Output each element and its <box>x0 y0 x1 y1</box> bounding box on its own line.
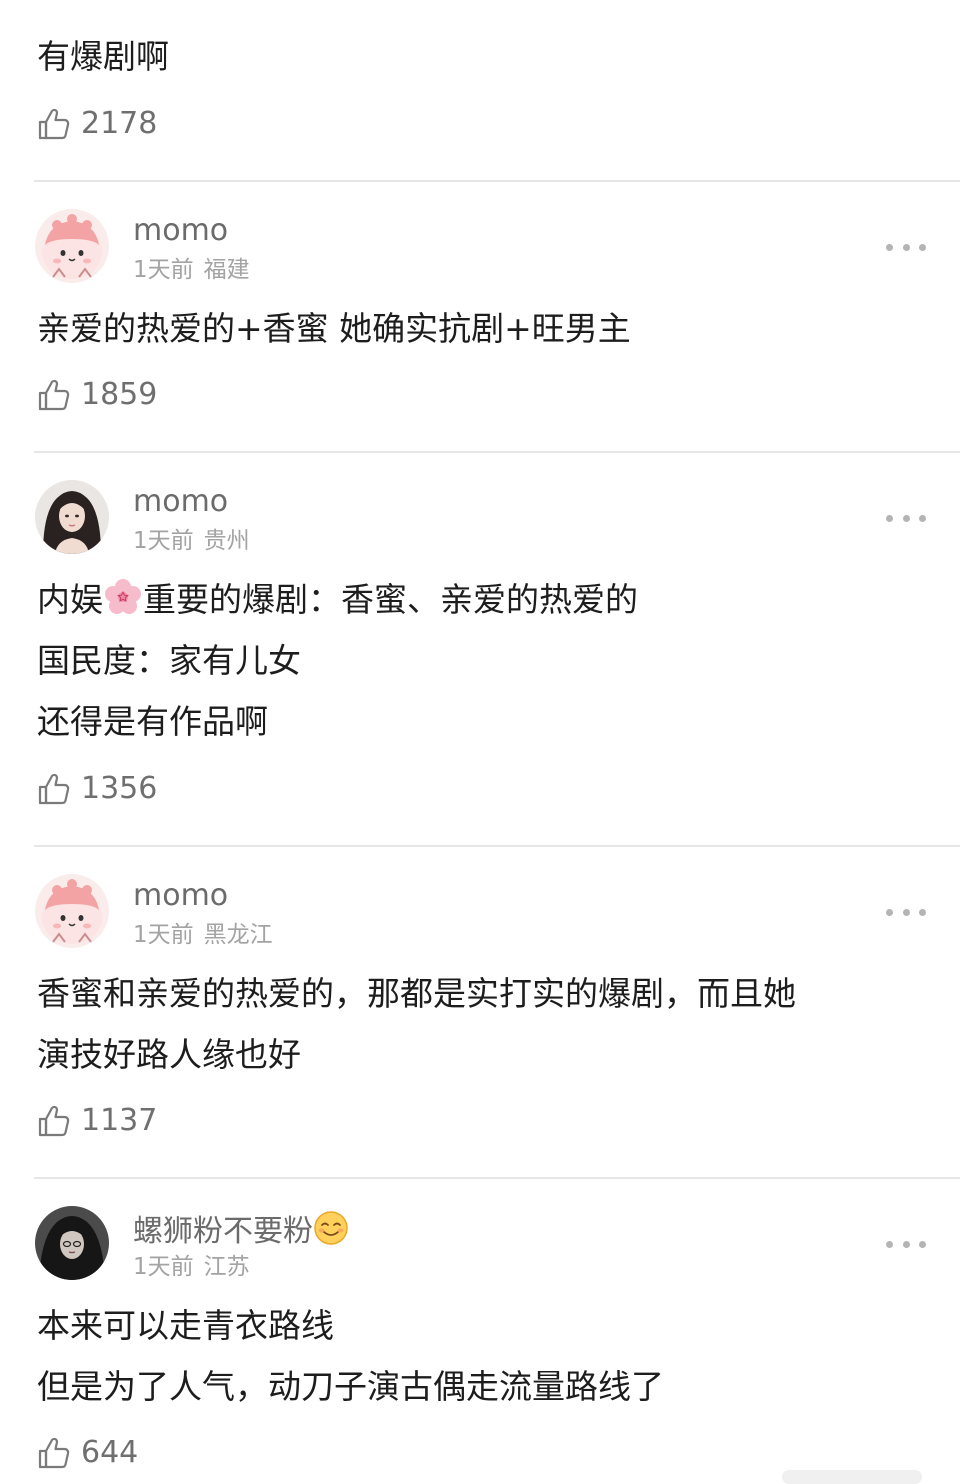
more-dot-icon <box>902 514 910 522</box>
more-dot-icon <box>902 243 910 251</box>
cherry-blossom-icon <box>103 575 143 615</box>
like-count: 2178 <box>81 106 158 141</box>
avatar[interactable] <box>35 209 109 283</box>
comment-time: 1天前 <box>133 1254 194 1280</box>
top-comment: 有爆剧啊 2178 <box>0 0 960 181</box>
like-button[interactable]: 1859 <box>37 375 157 415</box>
thumbs-up-icon <box>37 107 71 141</box>
comment-time: 1天前 <box>133 922 194 948</box>
comment-time: 1天前 <box>133 528 194 554</box>
thumbs-up-icon <box>37 378 71 412</box>
thumbs-up-icon <box>37 1104 71 1138</box>
comment-text-line: 内娱 重要的爆剧：香蜜、亲爱的热爱的 <box>37 569 638 630</box>
like-count: 644 <box>81 1435 139 1470</box>
comment-text-line: 香蜜和亲爱的热爱的，那都是实打实的爆剧，而且她 <box>37 974 796 1013</box>
avatar[interactable] <box>35 874 109 948</box>
more-dot-icon <box>919 514 926 522</box>
more-dot-icon <box>886 514 893 522</box>
comment-time: 1天前 <box>133 257 194 283</box>
comment-item: momo 1天前 福建 亲爱的热爱的+香蜜 她确实抗剧+旺男主 1859 <box>0 181 960 451</box>
pink-cartoon-avatar-icon <box>35 874 109 948</box>
more-dot-icon <box>919 243 926 251</box>
like-button[interactable]: 1137 <box>37 1101 157 1141</box>
like-button[interactable]: 2178 <box>37 104 157 144</box>
pink-cartoon-avatar-icon <box>35 209 109 283</box>
comment-location: 江苏 <box>203 1254 250 1280</box>
more-dot-icon <box>886 1240 893 1248</box>
more-dot-icon <box>902 1240 910 1248</box>
comment-meta: 1天前 江苏 <box>133 1253 260 1281</box>
comment-item: 螺狮粉不要粉 1天前 江苏 本来可以走青衣路线 但是为了人气，动刀子演古偶走流量路… <box>0 1178 960 1482</box>
comment-text-segment: 重要的爆剧：香蜜、亲爱的热爱的 <box>143 580 638 619</box>
avatar[interactable] <box>35 1206 109 1280</box>
like-count: 1356 <box>81 771 158 806</box>
more-dot-icon <box>919 908 926 916</box>
avatar[interactable] <box>35 480 109 554</box>
username-text: 螺狮粉不要粉 <box>133 1214 313 1249</box>
comment-item: momo 1天前 贵州 内娱 重要的爆剧：香蜜、亲爱的热爱的 国民度：家有儿女 还… <box>0 452 960 845</box>
username[interactable]: 螺狮粉不要粉 <box>133 1210 349 1250</box>
more-options-button[interactable] <box>886 905 926 919</box>
thumbs-up-icon <box>37 772 71 806</box>
like-count: 1137 <box>81 1103 158 1138</box>
comment-location: 福建 <box>203 257 250 283</box>
comment-text-line: 国民度：家有儿女 <box>37 641 301 680</box>
comment-text-line: 演技好路人缘也好 <box>37 1035 301 1074</box>
more-dot-icon <box>886 908 893 916</box>
more-options-button[interactable] <box>886 240 926 254</box>
comment-text-line: 但是为了人气，动刀子演古偶走流量路线了 <box>37 1367 664 1406</box>
more-options-button[interactable] <box>886 511 926 525</box>
username[interactable]: momo <box>133 878 228 914</box>
thumbs-up-icon <box>37 1436 71 1470</box>
comment-location: 黑龙江 <box>203 922 273 948</box>
smiling-face-icon <box>313 1210 349 1246</box>
girl-photo-avatar-icon <box>35 480 109 554</box>
comment-text-line: 还得是有作品啊 <box>37 702 268 741</box>
comment-item: momo 1天前 黑龙江 香蜜和亲爱的热爱的，那都是实打实的爆剧，而且她 演技好路… <box>0 846 960 1177</box>
more-dot-icon <box>919 1240 926 1248</box>
username[interactable]: momo <box>133 213 228 249</box>
comment-text-line: 本来可以走青衣路线 <box>37 1306 334 1345</box>
comment-text-line: 亲爱的热爱的+香蜜 她确实抗剧+旺男主 <box>37 309 631 348</box>
more-dot-icon <box>886 243 893 251</box>
comment-location: 贵州 <box>203 528 250 554</box>
comment-meta: 1天前 贵州 <box>133 527 260 555</box>
more-dot-icon <box>902 908 910 916</box>
like-count: 1859 <box>81 377 158 412</box>
comment-meta: 1天前 福建 <box>133 256 260 284</box>
username[interactable]: momo <box>133 484 228 520</box>
more-options-button[interactable] <box>886 1237 926 1251</box>
comment-text: 有爆剧啊 <box>37 37 169 76</box>
comment-text-segment: 内娱 <box>37 580 103 619</box>
comment-meta: 1天前 黑龙江 <box>133 921 283 949</box>
like-button[interactable]: 1356 <box>37 769 157 809</box>
dark-photo-avatar-icon <box>35 1206 109 1280</box>
like-button[interactable]: 644 <box>37 1433 138 1473</box>
